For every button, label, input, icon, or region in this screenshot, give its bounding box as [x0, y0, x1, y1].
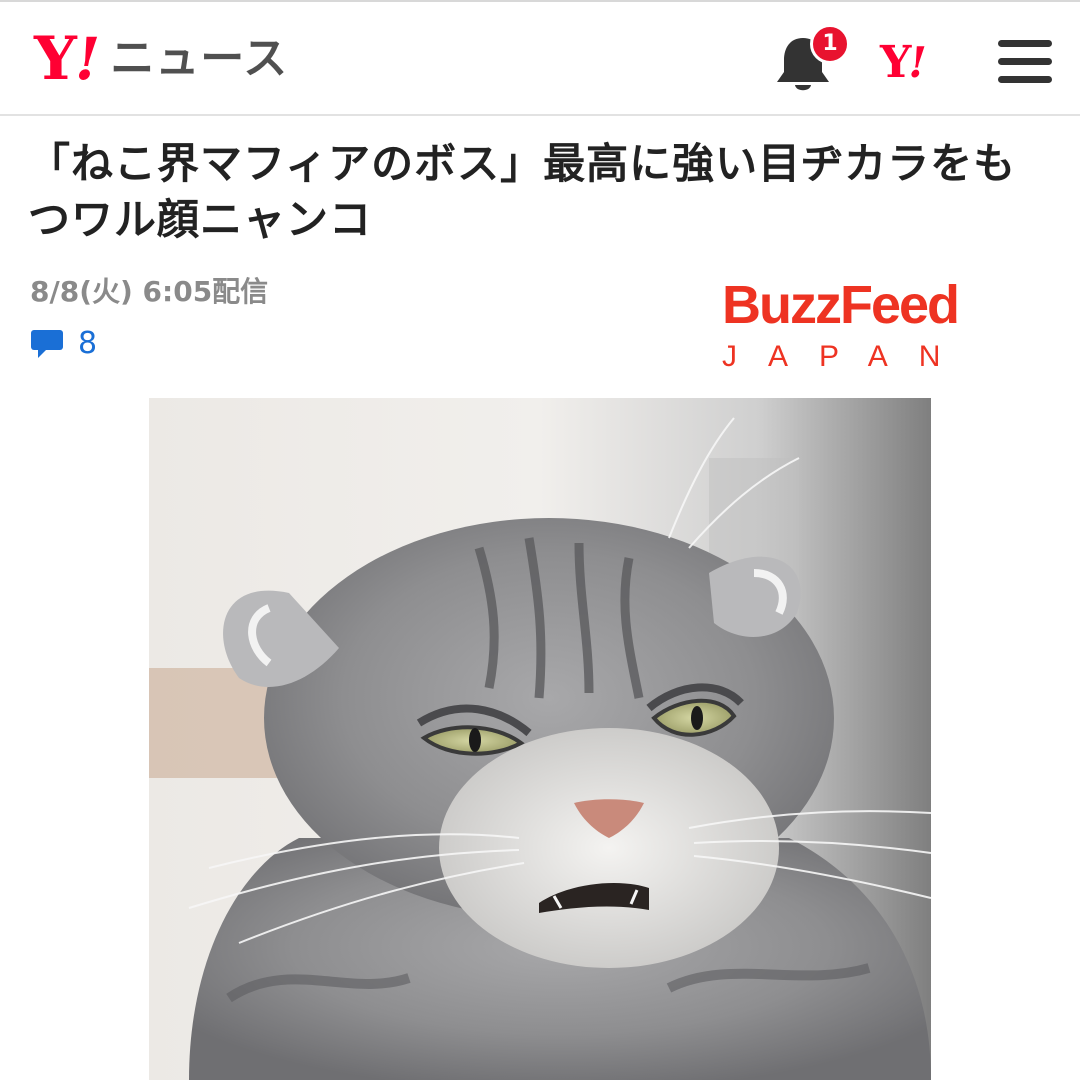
comment-bubble-icon — [31, 330, 63, 358]
menu-line — [998, 58, 1052, 65]
source-sub: JAPAN — [722, 340, 972, 373]
article-title: 「ねこ界マフィアのボス」最高に強い目ヂカラをもつワル顔ニャンコ — [28, 139, 1017, 244]
article-publish-date: 8/8(火) 6:05配信 — [30, 275, 269, 308]
yahoo-news-logo[interactable]: Y ! ニュース — [34, 24, 288, 94]
news-article-page: Y ! ニュース 1 Y ! 「ねこ界マフィアのボス」最高に強い目ヂカラをもつワ… — [0, 0, 1080, 1080]
yahoo-icon-exclaim: ! — [908, 38, 927, 87]
menu-line — [998, 40, 1052, 47]
buzzfeed-japan-logo[interactable]: BuzzFeed JAPAN — [722, 278, 994, 372]
article-main-photo[interactable] — [149, 398, 931, 1080]
logo-exclaim: ! — [74, 25, 101, 93]
comment-count: 8 — [78, 326, 98, 361]
menu-line — [998, 76, 1052, 83]
cat-photo — [149, 398, 931, 1080]
hamburger-menu-icon[interactable] — [998, 38, 1052, 86]
app-header: Y ! ニュース 1 Y ! — [0, 0, 1080, 116]
yahoo-japan-icon[interactable]: Y ! — [880, 38, 927, 88]
notification-badge: 1 — [810, 24, 850, 64]
yahoo-icon-y: Y — [880, 37, 911, 88]
logo-y: Y — [34, 24, 77, 94]
source-name: BuzzFeed — [722, 275, 960, 335]
logo-service-name: ニュース — [110, 33, 289, 84]
comment-count-link[interactable]: 8 — [30, 324, 97, 364]
